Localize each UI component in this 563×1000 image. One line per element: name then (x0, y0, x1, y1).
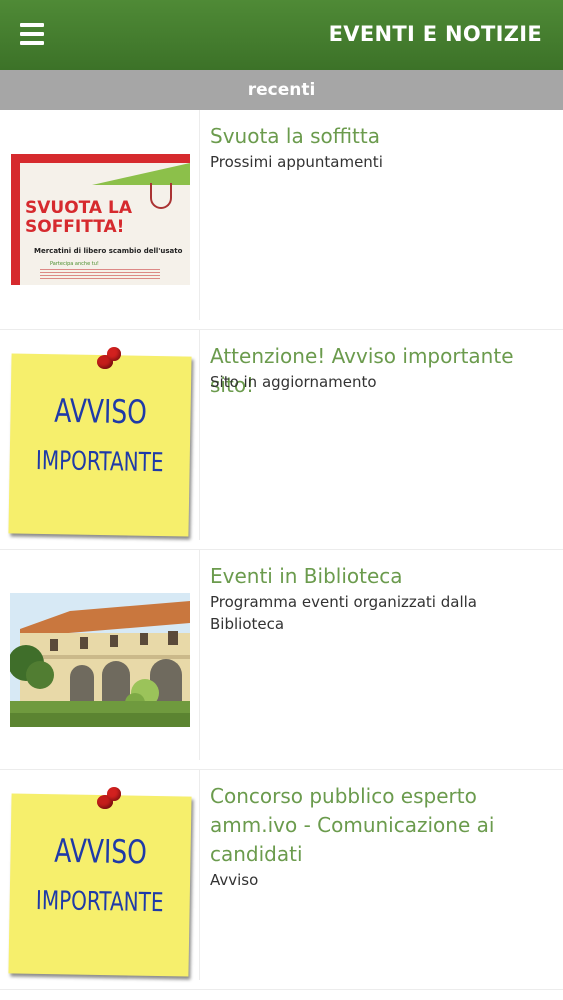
avviso-importante-image: AVVISO IMPORTANTE (8, 787, 192, 980)
item-subtitle: Programma eventi organizzati dalla Bibli… (210, 593, 477, 633)
list-item[interactable]: SVUOTA LA SOFFITTA! Mercatini di libero … (0, 110, 563, 330)
list-item[interactable]: AVVISO IMPORTANTE Attenzione! Avviso imp… (0, 330, 563, 550)
item-subtitle: Avviso (210, 871, 259, 889)
item-title[interactable]: Svuota la soffitta (210, 122, 555, 151)
item-thumbnail: AVVISO IMPORTANTE (0, 770, 200, 980)
biblioteca-photo (10, 593, 190, 727)
list-item[interactable]: AVVISO IMPORTANTE Concorso pubblico espe… (0, 770, 563, 990)
item-subtitle: Sito in aggiornamento (210, 373, 377, 391)
avviso-importante-image: AVVISO IMPORTANTE (8, 347, 192, 540)
pushpin-icon (95, 787, 121, 813)
note-line-1: AVVISO (53, 391, 148, 432)
section-header: recenti (0, 70, 563, 110)
list-item[interactable]: Eventi in Biblioteca Programma eventi or… (0, 550, 563, 770)
hamburger-menu-icon[interactable] (20, 23, 44, 45)
item-thumbnail (0, 550, 200, 760)
item-title[interactable]: Eventi in Biblioteca (210, 562, 555, 591)
note-line-2: IMPORTANTE (35, 884, 164, 918)
image-partecipa: Partecipa anche tu! (50, 261, 99, 267)
news-list: SVUOTA LA SOFFITTA! Mercatini di libero … (0, 110, 563, 990)
section-label: recenti (247, 80, 316, 100)
page-title: EVENTI E NOTIZIE (328, 22, 542, 46)
item-subtitle: Prossimi appuntamenti (210, 153, 383, 171)
note-line-2: IMPORTANTE (35, 444, 164, 478)
item-title[interactable]: Concorso pubblico esperto amm.ivo - Comu… (210, 782, 555, 869)
item-thumbnail: SVUOTA LA SOFFITTA! Mercatini di libero … (0, 110, 200, 320)
svuota-soffitta-image: SVUOTA LA SOFFITTA! Mercatini di libero … (11, 154, 190, 285)
image-headline: SVUOTA LA SOFFITTA! (25, 198, 132, 237)
item-thumbnail: AVVISO IMPORTANTE (0, 330, 200, 540)
image-tagline: Mercatini di libero scambio dell'usato (34, 247, 183, 255)
app-header: EVENTI E NOTIZIE (0, 0, 563, 70)
note-line-1: AVVISO (53, 831, 148, 872)
pushpin-icon (95, 347, 121, 373)
